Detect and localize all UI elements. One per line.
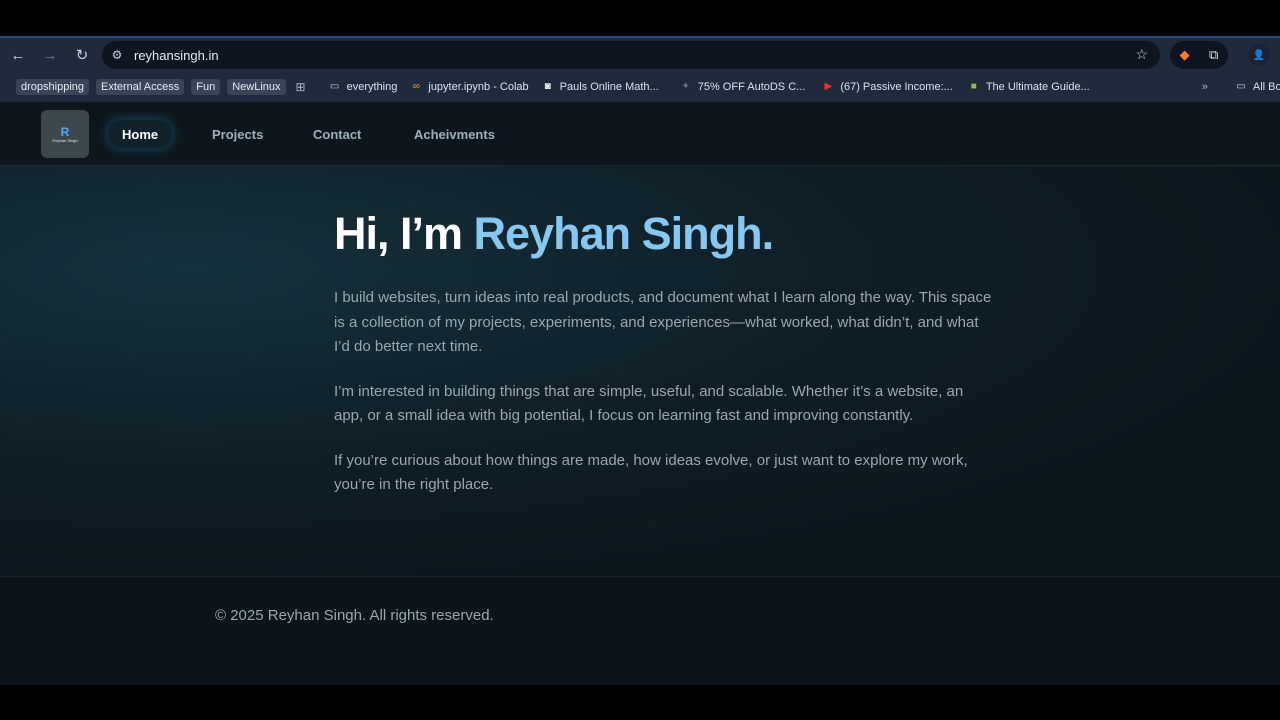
bookmark-newlinux[interactable]: NewLinux	[227, 79, 286, 95]
site-logo[interactable]: R Reyhan Singh	[41, 110, 89, 158]
hero-paragraph: I’m interested in building things that a…	[334, 382, 964, 425]
logo-name: Reyhan Singh	[52, 137, 78, 143]
bookmark-ultimate-guide[interactable]: ■ The Ultimate Guide...	[967, 81, 1090, 93]
address-bar[interactable]: ⚙ reyhansingh.in ☆	[102, 41, 1160, 69]
nav-contact[interactable]: Contact	[299, 120, 375, 148]
bookmark-label: Pauls Online Math...	[559, 81, 659, 93]
extensions-puzzle-icon[interactable]: ⧉	[1209, 47, 1218, 63]
bookmark-external-access[interactable]: External Access	[96, 79, 185, 95]
autods-icon: ✦	[681, 81, 690, 92]
colab-icon: ∞	[412, 81, 420, 92]
bookmark-passive-income[interactable]: ▶ (67) Passive Income:...	[821, 81, 953, 93]
hero-paragraph: If you’re curious about how things are m…	[334, 451, 968, 494]
apps-grid-icon[interactable]: ⊞	[296, 80, 306, 94]
extensions-group: ◆ ⧉	[1170, 41, 1228, 69]
bookmark-fun[interactable]: Fun	[191, 79, 221, 95]
forward-arrow-icon[interactable]: →	[36, 41, 64, 69]
metamask-fox-icon[interactable]: ◆	[1180, 47, 1190, 63]
all-bookmarks[interactable]: ▭ All Bookm	[1234, 81, 1280, 93]
nav-projects[interactable]: Projects	[198, 120, 277, 148]
back-arrow-icon[interactable]: ←	[4, 41, 32, 69]
bookmark-label: 75% OFF AutoDS C...	[697, 81, 806, 93]
nav-achievements[interactable]: Acheivments	[400, 120, 509, 148]
pauls-icon: ◙	[544, 81, 551, 92]
nav-home[interactable]: Home	[108, 120, 173, 148]
youtube-icon: ▶	[824, 81, 833, 92]
browser-chrome: ← → ↻ ⚙ reyhansingh.in ☆ ◆ ⧉ 👤 dropshipp…	[0, 36, 1280, 102]
bookmark-dropshipping[interactable]: dropshipping	[16, 79, 89, 95]
bookmark-label: everything	[346, 81, 398, 93]
hero-name: Reyhan Singh.	[473, 208, 775, 259]
bookmark-label: The Ultimate Guide...	[985, 81, 1090, 93]
more-bookmarks-chevron-icon[interactable]: »	[1202, 81, 1208, 93]
hero-section: Hi, I’m Reyhan Singh. I build websites, …	[334, 206, 994, 498]
screen-top-bar	[0, 0, 1280, 36]
reload-icon[interactable]: ↻	[68, 41, 96, 69]
hero-paragraph: I build websites, turn ideas into real p…	[334, 289, 992, 355]
bookmark-colab[interactable]: ∞ jupyter.ipynb - Colab	[409, 81, 529, 93]
folder-icon: ▭	[1236, 81, 1246, 92]
screen-bottom-bar	[0, 685, 1280, 720]
site-settings-icon[interactable]: ⚙	[104, 42, 130, 68]
site-footer: © 2025 Reyhan Singh. All rights reserved…	[0, 576, 1280, 685]
shopify-icon: ■	[970, 81, 977, 92]
url-text[interactable]: reyhansingh.in	[134, 48, 219, 63]
bookmarks-bar: dropshipping External Access Fun NewLinu…	[0, 74, 1280, 100]
bookmark-autods[interactable]: ✦ 75% OFF AutoDS C...	[679, 81, 806, 93]
browser-toolbar: ← → ↻ ⚙ reyhansingh.in ☆ ◆ ⧉ 👤	[0, 38, 1280, 72]
website-viewport: R Reyhan Singh Home Projects Contact Ach…	[0, 102, 1280, 685]
bookmark-label: jupyter.ipynb - Colab	[428, 81, 529, 93]
logo-letter: R	[60, 124, 70, 139]
copyright-text: © 2025 Reyhan Singh. All rights reserved…	[215, 607, 494, 624]
hero-heading: Hi, I’m Reyhan Singh.	[334, 206, 994, 262]
bookmark-star-icon[interactable]: ☆	[1135, 46, 1148, 63]
bookmark-everything[interactable]: ▭ everything	[328, 81, 398, 93]
folder-icon: ▭	[329, 81, 340, 92]
bookmark-label: (67) Passive Income:...	[840, 81, 953, 93]
profile-avatar-icon[interactable]: 👤	[1248, 44, 1270, 66]
all-bookmarks-label: All Bookm	[1252, 81, 1280, 93]
bookmark-pauls-math[interactable]: ◙ Pauls Online Math...	[541, 81, 659, 93]
site-navbar: R Reyhan Singh Home Projects Contact Ach…	[0, 102, 1280, 166]
hero-greeting: Hi, I’m	[334, 208, 474, 259]
